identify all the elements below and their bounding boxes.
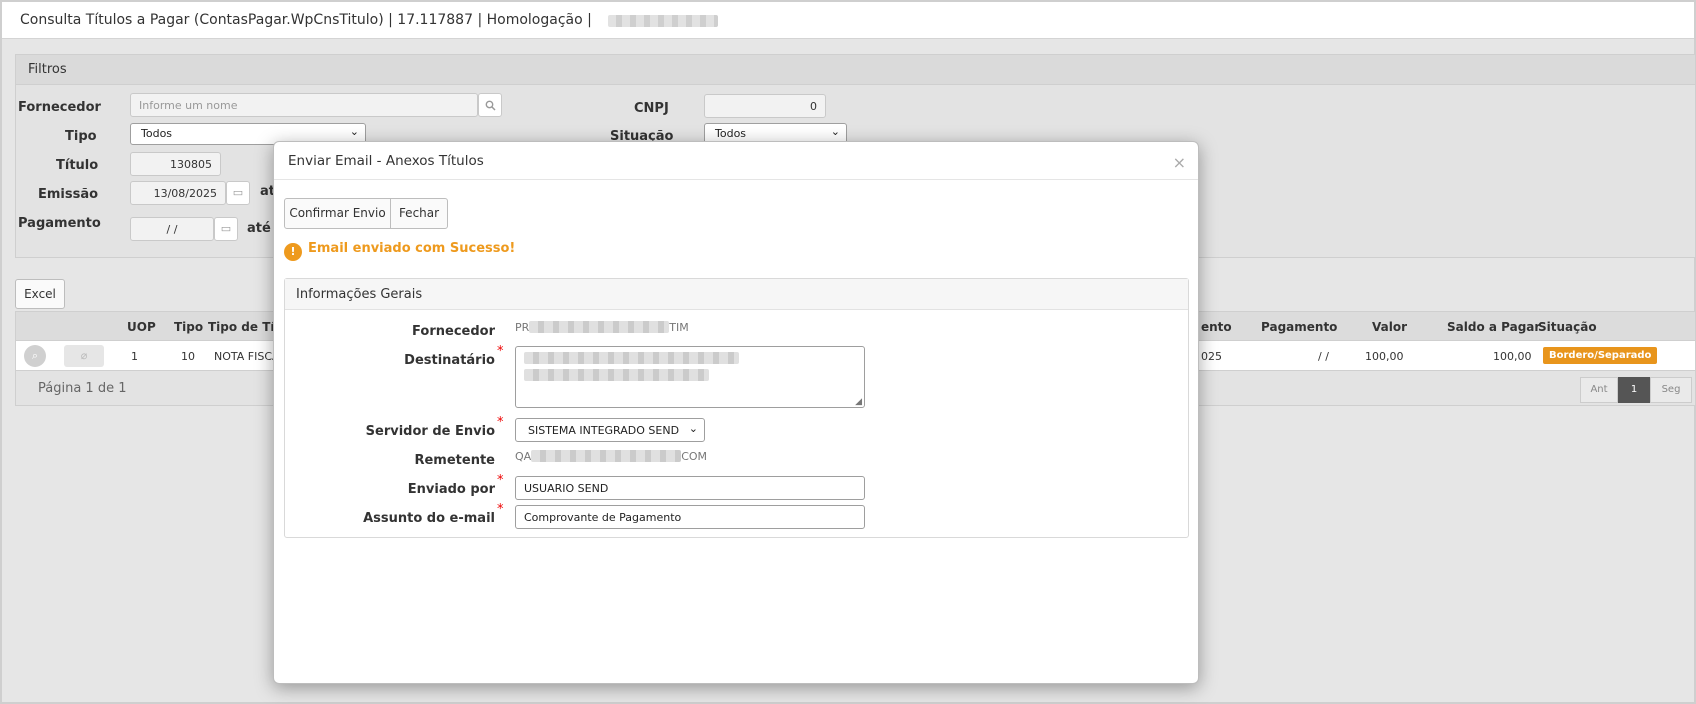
redacted-text [531, 450, 682, 462]
attachment-icon[interactable]: ⌀ [64, 345, 104, 367]
required-mark: * [497, 415, 504, 430]
remetente-prefix: QA [515, 450, 532, 463]
remetente-label: Remetente [414, 453, 495, 468]
servidor-select-value: SISTEMA INTEGRADO SEND [528, 424, 680, 437]
alert-icon: ! [284, 243, 302, 261]
pager-next-button[interactable]: Seg [1650, 377, 1692, 403]
modal-title: Enviar Email - Anexos Títulos [288, 153, 484, 169]
redacted-text [524, 369, 709, 381]
fornecedor-label: Fornecedor [18, 100, 101, 115]
fornecedor-suffix: TIM [669, 321, 689, 334]
cell-valor: 100,00 [1365, 350, 1404, 363]
emissao-calendar-button[interactable]: ▭ [226, 181, 250, 205]
confirm-send-button[interactable]: Confirmar Envio [284, 198, 391, 229]
modal-header: Enviar Email - Anexos Títulos × [274, 142, 1198, 180]
pager-page-1[interactable]: 1 [1618, 377, 1650, 403]
cnpj-input[interactable]: 0 [704, 94, 826, 118]
destinatario-textarea[interactable]: ◢ [515, 346, 865, 408]
cell-tipo: 10 [181, 350, 195, 363]
assunto-input[interactable]: Comprovante de Pagamento [515, 505, 865, 529]
tipo-label: Tipo [65, 129, 97, 144]
tipo-select-value: Todos [141, 127, 173, 140]
success-text: Email enviado com Sucesso! [308, 241, 516, 256]
chevron-down-icon: ⌄ [349, 125, 359, 138]
pagamento-ate-label: até [247, 221, 271, 236]
resize-handle-icon[interactable]: ◢ [855, 397, 862, 407]
enviado-input[interactable]: USUARIO SEND [515, 476, 865, 500]
cell-saldo: 100,00 [1493, 350, 1532, 363]
chevron-down-icon: ⌄ [688, 422, 698, 435]
col-tipo[interactable]: Tipo [174, 320, 203, 334]
cell-tipo-titulo: NOTA FISCA [214, 350, 280, 363]
servidor-label: Servidor de Envio [365, 424, 495, 439]
general-info-header: Informações Gerais [285, 279, 1188, 310]
modal-fornecedor-value: PR TIM [515, 321, 689, 334]
emissao-date-input[interactable]: 13/08/2025 [130, 181, 226, 205]
window-title: Consulta Títulos a Pagar (ContasPagar.Wp… [20, 12, 592, 28]
general-info-section: Informações Gerais Fornecedor PR TIM Dest… [284, 278, 1189, 538]
fornecedor-input[interactable]: Informe um nome [130, 93, 478, 117]
situacao-select-value: Todos [715, 127, 747, 140]
search-icon [485, 100, 496, 111]
close-button[interactable]: Fechar [390, 198, 448, 229]
chevron-down-icon: ⌄ [830, 125, 840, 138]
filters-panel-title: Filtros [28, 62, 67, 77]
cell-vencimento: 025 [1201, 350, 1222, 363]
calendar-icon: ▭ [220, 222, 232, 235]
view-search-icon[interactable]: ⌕ [24, 345, 46, 367]
send-email-modal: Enviar Email - Anexos Títulos × Confirma… [273, 141, 1199, 684]
assunto-label: Assunto do e-mail [363, 511, 495, 526]
filters-panel-header: Filtros [16, 55, 1695, 85]
col-situacao[interactable]: Situação [1538, 320, 1597, 334]
redacted-text [524, 352, 739, 364]
cnpj-label: CNPJ [634, 101, 669, 116]
required-mark: * [497, 473, 504, 488]
redacted-environment-name [608, 15, 718, 27]
pagamento-label: Pagamento [18, 216, 101, 231]
close-icon[interactable]: × [1173, 153, 1186, 172]
success-message: ! Email enviado com Sucesso! [284, 241, 515, 261]
titulo-input[interactable]: 130805 [130, 152, 221, 176]
col-vencimento[interactable]: ento [1201, 320, 1232, 334]
required-mark: * [497, 344, 504, 359]
modal-fornecedor-label: Fornecedor [412, 324, 495, 339]
titulo-label: Título [56, 158, 99, 173]
title-bar: Consulta Títulos a Pagar (ContasPagar.Wp… [2, 2, 1694, 39]
col-pagamento[interactable]: Pagamento [1261, 320, 1337, 334]
col-valor[interactable]: Valor [1372, 320, 1407, 334]
emissao-label: Emissão [38, 187, 99, 202]
fornecedor-prefix: PR [515, 321, 530, 334]
status-badge: Bordero/Separado [1543, 347, 1658, 364]
enviado-label: Enviado por [407, 482, 495, 497]
calendar-icon: ▭ [232, 186, 244, 199]
fornecedor-search-button[interactable] [478, 93, 502, 117]
pager-prev-button[interactable]: Ant [1580, 377, 1618, 403]
general-info-title: Informações Gerais [296, 287, 423, 302]
destinatario-label: Destinatário [404, 353, 495, 368]
pagamento-calendar-button[interactable]: ▭ [214, 217, 238, 241]
col-saldo[interactable]: Saldo a Pagar [1447, 320, 1540, 334]
cell-uop: 1 [131, 350, 138, 363]
page-info: Página 1 de 1 [38, 381, 127, 396]
cell-pagamento: / / [1318, 350, 1329, 363]
servidor-select[interactable]: SISTEMA INTEGRADO SEND ⌄ [515, 418, 705, 442]
excel-button[interactable]: Excel [15, 279, 65, 309]
remetente-value: QA COM [515, 450, 707, 463]
remetente-suffix: COM [681, 450, 708, 463]
col-uop[interactable]: UOP [127, 320, 156, 334]
required-mark: * [497, 502, 504, 517]
redacted-text [529, 321, 670, 333]
pagamento-date-input[interactable]: / / [130, 217, 214, 241]
